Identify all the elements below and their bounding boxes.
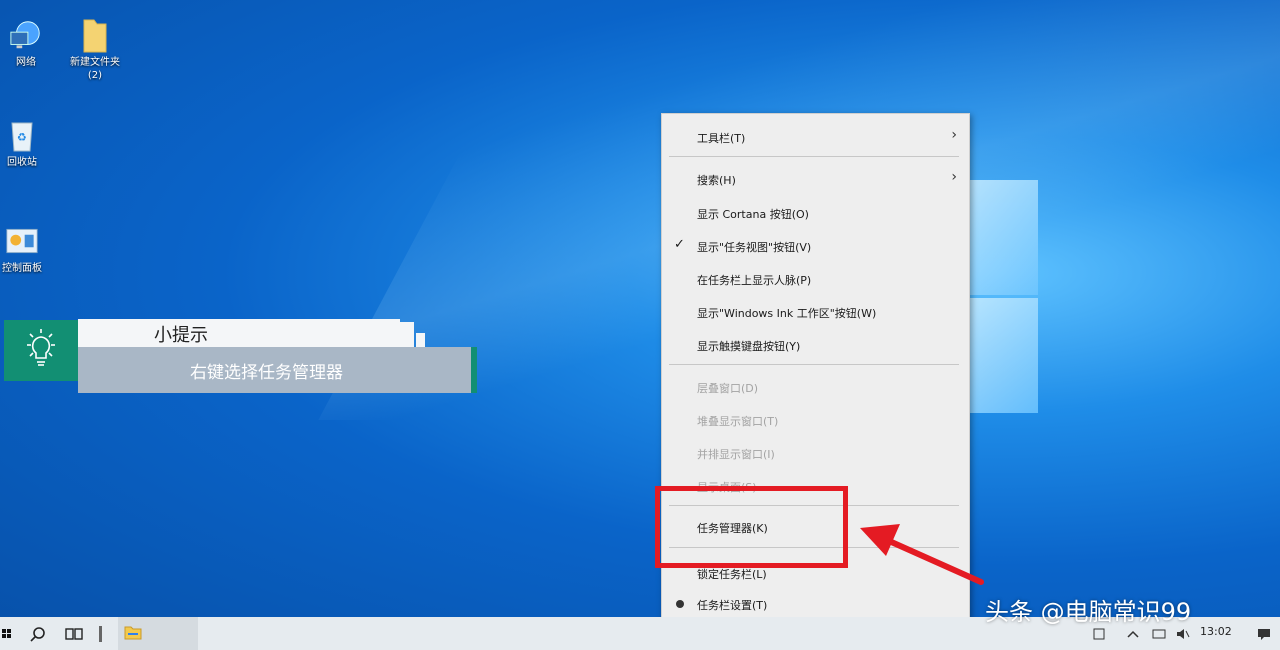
network-icon: [9, 18, 43, 52]
menu-item-show-cortana[interactable]: 显示 Cortana 按钮(O): [662, 200, 969, 226]
menu-item-show-people[interactable]: 在任务栏上显示人脉(P): [662, 266, 969, 292]
tip-title-bar: 小提示: [78, 319, 400, 347]
start-windows-icon[interactable]: [0, 617, 14, 650]
folder-icon: [78, 18, 112, 53]
clock-time[interactable]: 13:02: [1200, 625, 1232, 638]
desktop-icon-recycle-bin[interactable]: ♻ 回收站: [0, 118, 54, 169]
menu-item-show-touch-keyboard[interactable]: 显示触摸键盘按钮(Y): [662, 332, 969, 358]
tip-tab-decoration: [416, 333, 425, 347]
highlight-box: [655, 486, 848, 568]
watermark-text: 头条 @电脑常识99: [985, 598, 1192, 626]
desktop-icon-new-folder[interactable]: 新建文件夹 (2): [63, 18, 127, 82]
settings-gear-icon: [676, 600, 684, 608]
desktop-icon-network[interactable]: 网络: [0, 18, 58, 69]
tip-tab-decoration: [400, 322, 414, 347]
tip-title: 小提示: [154, 325, 208, 346]
tip-edge-accent: [471, 347, 477, 393]
file-explorer-taskbar-button[interactable]: [118, 617, 198, 650]
checkmark-icon: ✓: [674, 237, 685, 252]
menu-item-search[interactable]: 搜索(H) ›: [662, 166, 969, 192]
tip-text: 右键选择任务管理器: [190, 362, 343, 383]
pointer-arrow-icon: [860, 524, 984, 585]
recycle-bin-icon: ♻: [5, 118, 39, 152]
menu-item-stack-windows: 堆叠显示窗口(T): [697, 415, 779, 428]
menu-item-toolbars[interactable]: 工具栏(T) ›: [662, 124, 969, 150]
menu-item-cascade-windows: 层叠窗口(D): [697, 382, 759, 395]
chevron-right-icon: ›: [951, 127, 957, 143]
menu-separator: [669, 156, 959, 157]
chevron-right-icon: ›: [951, 169, 957, 185]
menu-item-taskbar-settings[interactable]: 任务栏设置(T): [662, 591, 969, 617]
task-view-icon[interactable]: [62, 617, 86, 650]
search-icon[interactable]: [26, 617, 50, 650]
tip-body: 右键选择任务管理器: [78, 347, 471, 393]
control-panel-icon: [5, 224, 39, 258]
menu-separator: [669, 364, 959, 365]
menu-item-show-windows-ink[interactable]: 显示"Windows Ink 工作区"按钮(W): [662, 299, 969, 325]
lightbulb-icon: [17, 327, 65, 375]
windows-logo-graphic: [970, 170, 1040, 415]
desktop-icon-control-panel[interactable]: 控制面板: [0, 224, 54, 275]
menu-item-show-task-view[interactable]: ✓ 显示"任务视图"按钮(V): [662, 233, 969, 259]
tip-lightbulb-box: [4, 320, 78, 381]
action-center-icon[interactable]: [1254, 617, 1274, 650]
menu-item-side-by-side: 并排显示窗口(I): [697, 448, 775, 461]
file-explorer-icon: [124, 624, 142, 644]
svg-text:♻: ♻: [17, 131, 27, 144]
taskbar-divider-icon: [96, 617, 104, 650]
